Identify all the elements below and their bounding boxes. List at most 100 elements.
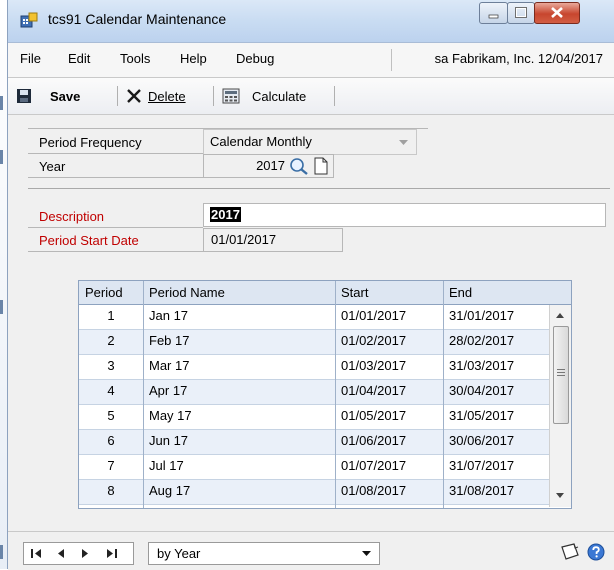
table-row[interactable]: 8 Aug 17 01/08/2017 31/08/2017 bbox=[79, 480, 549, 505]
description-value: 2017 bbox=[210, 207, 241, 222]
period-start-date-value: 01/01/2017 bbox=[211, 232, 277, 247]
grid-header: Period Period Name Start End bbox=[79, 281, 571, 305]
table-row[interactable]: 3 Mar 17 01/03/2017 31/03/2017 bbox=[79, 355, 549, 380]
period-number-cell[interactable]: 1 bbox=[79, 308, 143, 323]
table-row[interactable]: 1 Jan 17 01/01/2017 31/01/2017 bbox=[79, 305, 549, 330]
toolbar: Save Delete Calculate bbox=[8, 78, 614, 115]
period-name-cell[interactable]: Feb 17 bbox=[149, 333, 335, 348]
edge-marker bbox=[0, 150, 3, 164]
section-divider bbox=[28, 188, 610, 189]
edge-marker bbox=[0, 300, 3, 314]
period-start-cell[interactable]: 01/01/2017 bbox=[341, 308, 443, 323]
last-record-button[interactable] bbox=[102, 545, 120, 561]
period-start-cell[interactable]: 01/05/2017 bbox=[341, 408, 443, 423]
menu-help[interactable]: Help bbox=[180, 51, 207, 66]
save-button[interactable]: Save bbox=[16, 86, 80, 106]
period-end-cell[interactable]: 31/05/2017 bbox=[449, 408, 549, 423]
period-start-cell[interactable]: 01/02/2017 bbox=[341, 333, 443, 348]
periods-grid: Period Period Name Start End 1 Jan 17 01/0… bbox=[78, 280, 572, 509]
help-icon[interactable] bbox=[587, 543, 605, 561]
sort-by-dropdown[interactable]: by Year bbox=[148, 542, 380, 565]
floppy-disk-icon bbox=[17, 89, 31, 103]
magnifier-icon[interactable] bbox=[289, 157, 309, 175]
period-name-cell[interactable]: Jun 17 bbox=[149, 433, 335, 448]
delete-button[interactable]: Delete bbox=[126, 86, 186, 106]
x-delete-icon bbox=[127, 89, 141, 103]
previous-record-button[interactable] bbox=[52, 545, 70, 561]
period-name-cell[interactable]: Mar 17 bbox=[149, 358, 335, 373]
description-field[interactable]: 2017 bbox=[203, 203, 606, 227]
close-button[interactable] bbox=[534, 2, 580, 24]
period-end-cell[interactable]: 30/04/2017 bbox=[449, 383, 549, 398]
header-end[interactable]: End bbox=[449, 285, 472, 300]
period-start-cell[interactable]: 01/03/2017 bbox=[341, 358, 443, 373]
scrollbar-thumb[interactable] bbox=[553, 326, 569, 424]
menu-bar: File Edit Tools Help Debug sa Fabrikam, … bbox=[8, 43, 614, 78]
user-company-date: sa Fabrikam, Inc. 12/04/2017 bbox=[434, 51, 603, 66]
table-row[interactable]: 6 Jun 17 01/06/2017 30/06/2017 bbox=[79, 430, 549, 455]
period-start-cell[interactable]: 01/08/2017 bbox=[341, 483, 443, 498]
scroll-up-icon[interactable] bbox=[556, 313, 564, 318]
grid-scrollbar[interactable] bbox=[549, 305, 571, 507]
calendar-maintenance-window: tcs91 Calendar Maintenance File Edit Too… bbox=[7, 0, 614, 570]
period-name-cell[interactable]: Jan 17 bbox=[149, 308, 335, 323]
period-name-cell[interactable]: May 17 bbox=[149, 408, 335, 423]
period-number-cell[interactable]: 5 bbox=[79, 408, 143, 423]
year-field[interactable]: 2017 bbox=[203, 154, 334, 178]
period-start-cell[interactable]: 01/07/2017 bbox=[341, 458, 443, 473]
period-start-date-field[interactable]: 01/01/2017 bbox=[203, 228, 343, 252]
menu-debug[interactable]: Debug bbox=[236, 51, 274, 66]
period-start-cell[interactable]: 01/04/2017 bbox=[341, 383, 443, 398]
table-row[interactable]: 4 Apr 17 01/04/2017 30/04/2017 bbox=[79, 380, 549, 405]
header-start[interactable]: Start bbox=[341, 285, 368, 300]
maximize-button[interactable] bbox=[507, 2, 535, 24]
period-number-cell[interactable]: 6 bbox=[79, 433, 143, 448]
menu-tools[interactable]: Tools bbox=[120, 51, 150, 66]
title-bar[interactable]: tcs91 Calendar Maintenance bbox=[8, 0, 614, 43]
period-end-cell[interactable]: 31/08/2017 bbox=[449, 483, 549, 498]
table-row[interactable]: 5 May 17 01/05/2017 31/05/2017 bbox=[79, 405, 549, 430]
period-end-cell[interactable]: 31/07/2017 bbox=[449, 458, 549, 473]
chevron-down-icon bbox=[362, 551, 371, 556]
menu-divider bbox=[391, 49, 392, 71]
year-label: Year bbox=[39, 159, 66, 174]
next-record-icon bbox=[82, 548, 88, 558]
menu-edit[interactable]: Edit bbox=[68, 51, 90, 66]
period-frequency-dropdown[interactable]: Calendar Monthly bbox=[203, 129, 417, 155]
menu-file[interactable]: File bbox=[20, 51, 41, 66]
period-end-cell[interactable]: 28/02/2017 bbox=[449, 333, 549, 348]
close-icon bbox=[551, 7, 563, 18]
save-label: Save bbox=[50, 88, 81, 104]
row-divider bbox=[28, 153, 203, 154]
header-period-name[interactable]: Period Name bbox=[149, 285, 225, 300]
period-number-cell[interactable]: 8 bbox=[79, 483, 143, 498]
period-number-cell[interactable]: 2 bbox=[79, 333, 143, 348]
table-row[interactable]: 2 Feb 17 01/02/2017 28/02/2017 bbox=[79, 330, 549, 355]
delete-label: Delete bbox=[148, 88, 186, 104]
period-number-cell[interactable]: 3 bbox=[79, 358, 143, 373]
scroll-down-icon[interactable] bbox=[556, 493, 564, 498]
period-name-cell[interactable]: Apr 17 bbox=[149, 383, 335, 398]
period-number-cell[interactable]: 4 bbox=[79, 383, 143, 398]
period-end-cell[interactable]: 31/01/2017 bbox=[449, 308, 549, 323]
first-record-button[interactable] bbox=[28, 545, 46, 561]
period-number-cell[interactable]: 7 bbox=[79, 458, 143, 473]
period-end-cell[interactable]: 31/03/2017 bbox=[449, 358, 549, 373]
note-icon[interactable] bbox=[559, 543, 581, 561]
column-divider bbox=[143, 281, 144, 508]
window-title: tcs91 Calendar Maintenance bbox=[48, 11, 227, 27]
minimize-button[interactable] bbox=[479, 2, 508, 24]
period-name-cell[interactable]: Jul 17 bbox=[149, 458, 335, 473]
calculate-button[interactable]: Calculate bbox=[222, 86, 306, 106]
header-period[interactable]: Period bbox=[85, 285, 123, 300]
toolbar-divider bbox=[334, 86, 335, 106]
row-divider bbox=[28, 177, 203, 178]
period-name-cell[interactable]: Aug 17 bbox=[149, 483, 335, 498]
new-document-icon[interactable] bbox=[313, 157, 329, 175]
chevron-down-icon bbox=[399, 140, 408, 145]
period-start-cell[interactable]: 01/06/2017 bbox=[341, 433, 443, 448]
calculate-label: Calculate bbox=[252, 88, 307, 104]
next-record-button[interactable] bbox=[76, 545, 94, 561]
period-end-cell[interactable]: 30/06/2017 bbox=[449, 433, 549, 448]
table-row[interactable]: 7 Jul 17 01/07/2017 31/07/2017 bbox=[79, 455, 549, 480]
